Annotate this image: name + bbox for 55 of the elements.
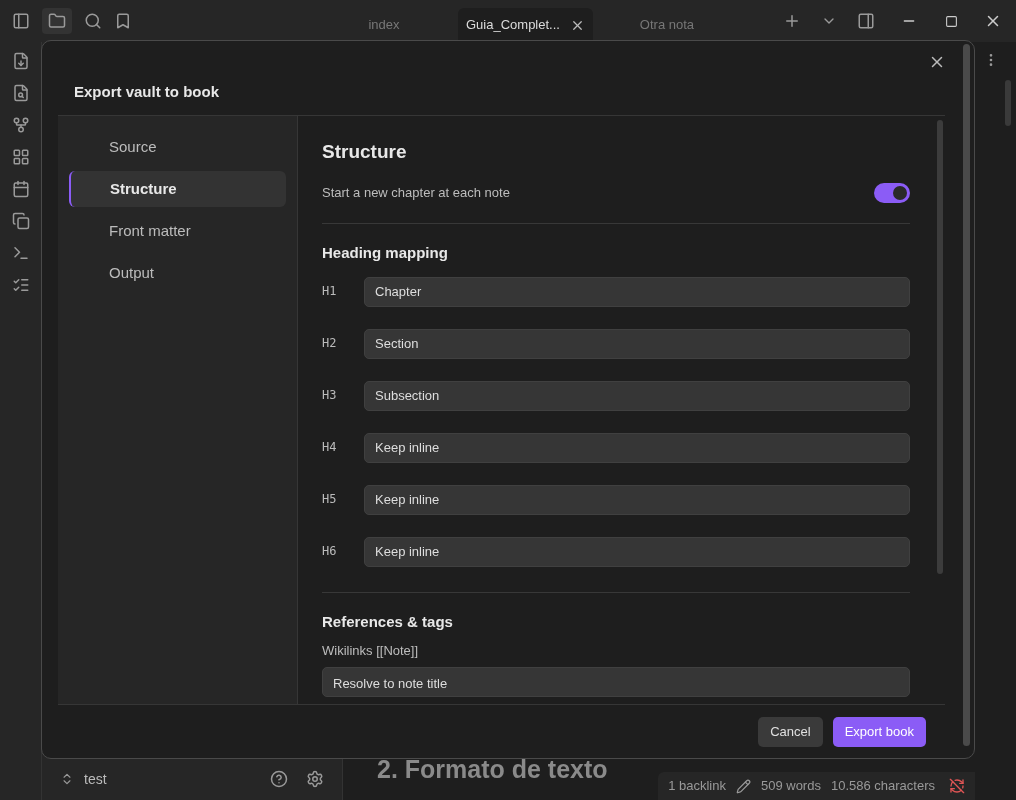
bookmark-icon[interactable] [114,12,132,30]
scrollbar[interactable] [1005,80,1011,126]
setting-label: Start a new chapter at each note [322,184,510,203]
subsection-title: References & tags [322,611,454,632]
calendar-icon[interactable] [11,180,30,198]
grid-icon[interactable] [11,148,30,166]
input-field[interactable]: Chapter [364,276,910,307]
nav-item[interactable]: Structure [69,171,286,207]
scrollbar[interactable] [963,44,970,746]
terminal-icon[interactable] [11,244,30,262]
tab[interactable]: Guia_Complet... [458,8,593,42]
word-count: 509 words [760,777,821,796]
folder-button[interactable] [42,8,72,34]
export-button[interactable]: Export book [832,716,926,747]
setting-label: Wikilinks [[Note]] [322,642,420,660]
cancel-button[interactable]: Cancel [758,716,823,747]
sync-off-icon[interactable] [949,778,965,794]
input-field[interactable]: Subsection [364,380,910,411]
subsection-title: Heading mapping [322,243,449,263]
input-field[interactable]: Keep inline [364,432,910,463]
heading-level-label: H2 [322,334,338,352]
input-field[interactable]: Keep inline [364,484,910,515]
toggle-switch[interactable] [874,183,910,203]
nav-item[interactable]: Front matter [69,213,286,249]
heading-level-label: H6 [322,542,338,560]
heading-level-label: H1 [322,282,338,300]
copy-icon[interactable] [11,212,30,230]
help-icon[interactable] [270,770,288,788]
section-title: Structure [322,140,408,164]
vault-name[interactable]: test [84,768,107,790]
right-sidebar-icon[interactable] [857,12,875,30]
checklist-icon[interactable] [11,276,30,294]
select-field[interactable]: Resolve to note title [322,666,910,697]
graph-icon[interactable] [11,116,30,134]
heading-level-label: H3 [322,386,338,404]
character-count: 10.586 characters [830,777,935,796]
scrollbar[interactable] [937,120,943,574]
pencil-icon[interactable] [735,778,751,794]
new-tab-icon[interactable] [783,12,801,30]
heading-level-label: H5 [322,490,338,508]
maximize-icon[interactable] [945,14,958,28]
input-field[interactable]: Section [364,328,910,359]
sidebar-toggle-icon[interactable] [12,12,30,30]
folder-icon [48,12,66,30]
file-download-icon[interactable] [11,52,30,70]
input-field[interactable]: Keep inline [364,536,910,567]
nav-item[interactable]: Source [69,129,286,165]
nav-item[interactable]: Output [69,255,286,291]
backlink-count[interactable]: 1 backlink [668,776,726,796]
settings-icon[interactable] [306,770,324,788]
heading-level-label: H4 [322,438,338,456]
file-search-icon[interactable] [11,84,30,102]
note-heading: 2. Formato de texto [377,755,608,783]
dialog-title: Export vault to book [74,83,219,100]
search-icon[interactable] [84,12,102,30]
